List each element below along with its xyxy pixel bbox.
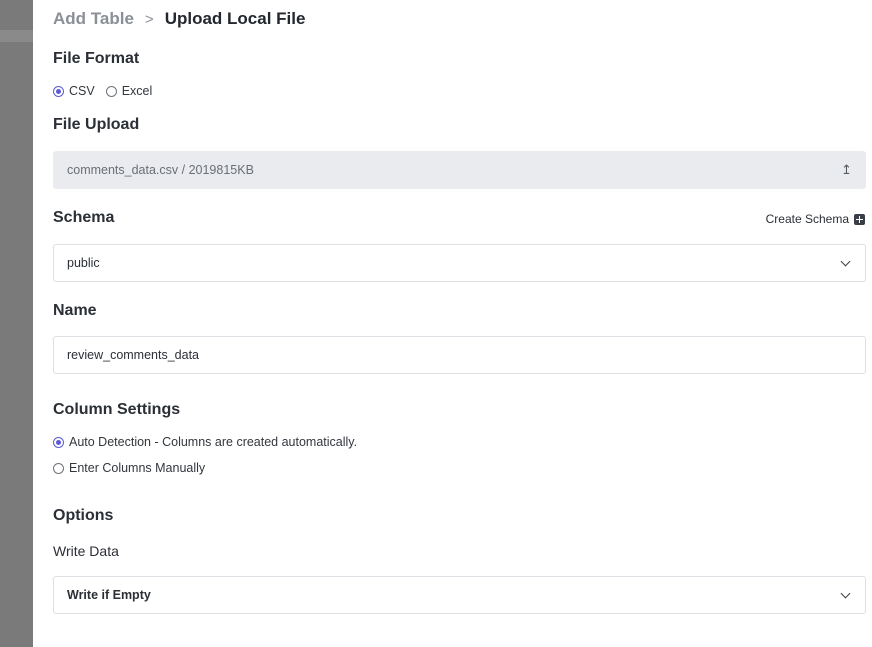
file-format-option-label: CSV — [69, 84, 95, 98]
radio-checked-icon[interactable] — [53, 85, 64, 97]
file-format-title: File Format — [53, 50, 140, 67]
options-title: Options — [53, 507, 114, 524]
page-title: Upload Local File — [164, 9, 306, 28]
create-schema-button[interactable]: Create Schema — [766, 212, 865, 226]
table-name-input[interactable]: review_comments_data — [53, 336, 866, 374]
column-settings-title: Column Settings — [53, 401, 181, 418]
breadcrumb-add-table[interactable]: Add Table — [53, 9, 134, 29]
breadcrumb: Add Table > Upload Local File — [53, 9, 305, 29]
radio-unchecked-icon[interactable] — [105, 85, 117, 97]
name-title: Name — [53, 302, 97, 319]
upload-icon[interactable]: ↥ — [841, 162, 852, 178]
schema-title: Schema — [53, 209, 115, 226]
file-format-option-csv[interactable]: CSV — [53, 84, 95, 98]
breadcrumb-separator: > — [144, 10, 154, 28]
column-settings-option-label: Enter Columns Manually — [69, 461, 206, 475]
radio-unchecked-icon[interactable] — [53, 462, 64, 474]
upload-panel: Add Table > Upload Local File File Forma… — [33, 0, 872, 647]
plus-square-icon — [854, 213, 865, 225]
schema-select-value: public — [67, 256, 100, 270]
chevron-down-icon — [840, 588, 851, 598]
file-format-option-label: Excel — [121, 84, 153, 98]
write-data-select[interactable]: Write if Empty — [53, 576, 866, 614]
write-data-select-value: Write if Empty — [67, 588, 151, 602]
schema-select[interactable]: public — [53, 244, 866, 282]
column-settings-option-manual[interactable]: Enter Columns Manually — [53, 461, 205, 475]
file-format-radio-group: CSV Excel — [53, 84, 163, 98]
file-upload-title: File Upload — [53, 116, 140, 133]
background-stripe — [0, 30, 33, 42]
file-format-option-excel[interactable]: Excel — [105, 84, 153, 98]
background-overlay — [0, 0, 33, 647]
chevron-down-icon — [840, 256, 851, 266]
column-settings-option-auto[interactable]: Auto Detection - Columns are created aut… — [53, 435, 357, 449]
file-upload-field[interactable]: comments_data.csv / 2019815KB ↥ — [53, 151, 866, 189]
column-settings-option-label: Auto Detection - Columns are created aut… — [69, 435, 358, 449]
radio-checked-icon[interactable] — [53, 436, 64, 448]
file-upload-value: comments_data.csv / 2019815KB — [67, 163, 254, 177]
create-schema-label: Create Schema — [765, 212, 849, 226]
table-name-value: review_comments_data — [67, 348, 200, 362]
write-data-label: Write Data — [53, 543, 119, 559]
